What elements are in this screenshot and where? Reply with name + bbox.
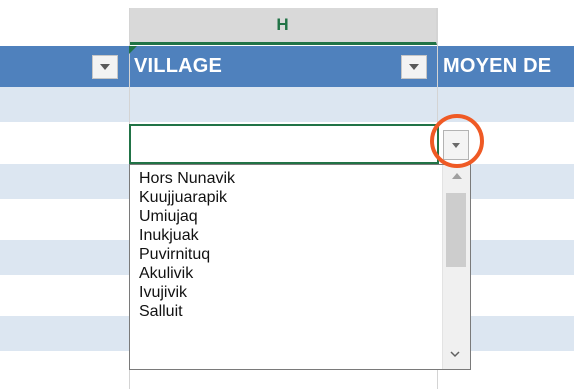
column-header-i[interactable]: [437, 8, 574, 45]
highlight-circle-annotation: [430, 114, 484, 168]
validation-dropdown-list[interactable]: Hors Nunavik Kuujjuarapik Umiujaq Inukju…: [129, 164, 471, 370]
filter-button-village[interactable]: [401, 55, 427, 79]
list-item[interactable]: Salluit: [139, 302, 183, 321]
spreadsheet: H VILLAGE MOYEN DE Hors Nunavik Kuujjuar…: [0, 0, 574, 389]
list-item[interactable]: Akulivik: [139, 264, 193, 283]
chevron-down-icon[interactable]: [450, 349, 460, 359]
header-moyen-label: MOYEN DE: [443, 55, 552, 77]
list-item[interactable]: Ivujivik: [139, 283, 187, 302]
column-header-g[interactable]: [0, 8, 129, 45]
filter-button-previous-column[interactable]: [92, 55, 118, 79]
column-header-h[interactable]: H: [129, 8, 437, 45]
chevron-down-icon: [100, 64, 110, 70]
list-item[interactable]: Puvirnituq: [139, 245, 210, 264]
table-row[interactable]: [0, 87, 574, 123]
column-header-label: H: [276, 15, 289, 34]
chevron-up-icon[interactable]: [452, 173, 462, 179]
active-cell[interactable]: [129, 124, 439, 164]
list-item[interactable]: Umiujaq: [139, 207, 198, 226]
header-village-label: VILLAGE: [134, 55, 223, 77]
vertical-scrollbar[interactable]: [442, 165, 470, 369]
scrollbar-thumb[interactable]: [446, 193, 466, 267]
chevron-down-icon: [409, 64, 419, 70]
header-village: VILLAGE: [134, 46, 222, 87]
cell-corner-marker: [129, 46, 137, 54]
list-item[interactable]: Hors Nunavik: [139, 169, 235, 188]
list-item[interactable]: Kuujjuarapik: [139, 188, 227, 207]
header-moyen: MOYEN DE: [443, 46, 551, 87]
list-item[interactable]: Inukjuak: [139, 226, 199, 245]
